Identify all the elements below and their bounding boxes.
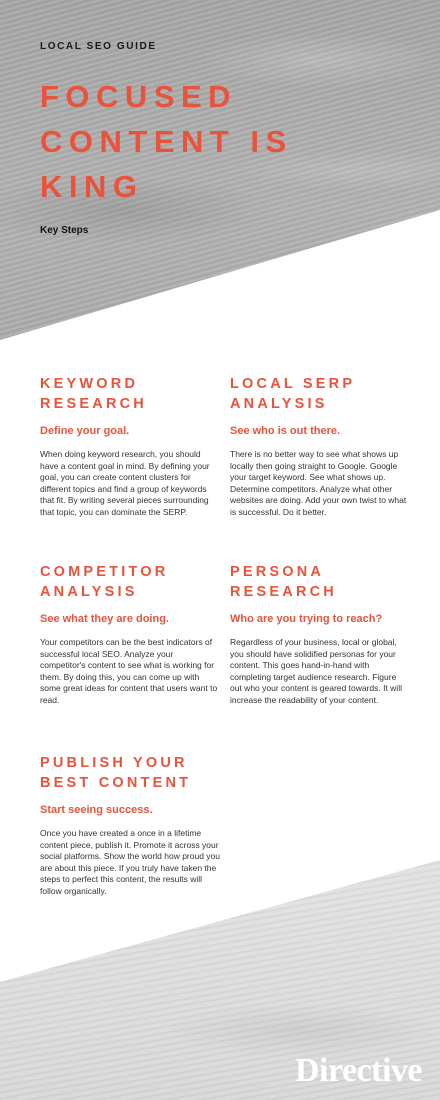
section-title: COMPETITOR ANALYSIS: [40, 562, 220, 602]
guide-kicker: LOCAL SEO GUIDE: [40, 41, 157, 52]
section-title: PUBLISH YOUR BEST CONTENT: [40, 753, 220, 793]
section-title-line: KEYWORD: [40, 376, 139, 392]
section-subtitle: Start seeing success.: [40, 804, 153, 816]
title-line: CONTENT IS: [40, 124, 293, 159]
page-subtitle: Key Steps: [40, 225, 89, 236]
title-line: KING: [40, 169, 144, 204]
section-title-line: COMPETITOR: [40, 564, 169, 580]
title-line: FOCUSED: [40, 79, 238, 114]
section-body: Regardless of your business, local or gl…: [230, 637, 402, 705]
section-persona-research: PERSONA RESEARCH Who are you trying to r…: [230, 562, 410, 707]
section-body: There is no better way to see what shows…: [230, 449, 407, 517]
section-title: LOCAL SERP ANALYSIS: [230, 374, 410, 414]
section-title-line: ANALYSIS: [40, 584, 138, 600]
section-body: Your competitors can be the best indicat…: [40, 637, 218, 705]
section-competitor-analysis: COMPETITOR ANALYSIS See what they are do…: [40, 562, 220, 707]
section-body: When doing keyword research, you should …: [40, 449, 210, 517]
section-title-line: RESEARCH: [230, 584, 337, 600]
section-title-line: PUBLISH YOUR: [40, 755, 188, 771]
section-body: Once you have created a once in a lifeti…: [40, 828, 221, 896]
section-title: PERSONA RESEARCH: [230, 562, 410, 602]
section-subtitle: Define your goal.: [40, 425, 130, 437]
infographic-page: LOCAL SEO GUIDE FOCUSED CONTENT IS KING …: [0, 0, 440, 1100]
section-title-line: PERSONA: [230, 564, 325, 580]
section-title-line: RESEARCH: [40, 396, 147, 412]
section-subtitle: See who is out there.: [230, 425, 341, 437]
directive-logo: Directive: [294, 1052, 423, 1089]
section-title-line: ANALYSIS: [230, 396, 328, 412]
section-subtitle: See what they are doing.: [40, 613, 169, 625]
section-subtitle: Who are you trying to reach?: [230, 613, 383, 625]
section-title-line: LOCAL SERP: [230, 376, 356, 392]
section-title: KEYWORD RESEARCH: [40, 374, 220, 414]
section-title-line: BEST CONTENT: [40, 775, 192, 791]
section-publish-best-content: PUBLISH YOUR BEST CONTENT Start seeing s…: [40, 753, 220, 898]
page-title: FOCUSED CONTENT IS KING: [40, 74, 400, 209]
section-local-serp-analysis: LOCAL SERP ANALYSIS See who is out there…: [230, 374, 410, 519]
section-keyword-research: KEYWORD RESEARCH Define your goal. When …: [40, 374, 220, 519]
